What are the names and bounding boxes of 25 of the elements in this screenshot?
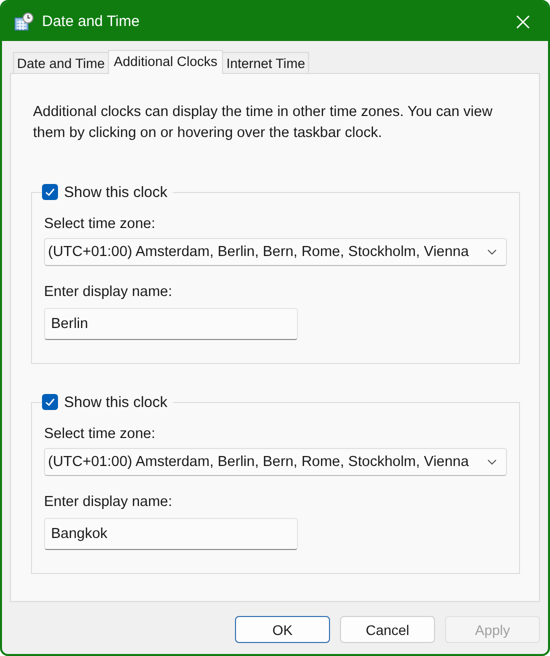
tab[interactable]: Date and Time — [13, 52, 109, 73]
window-title: Date and Time — [42, 13, 141, 30]
display-name-field[interactable]: Berlin — [44, 308, 298, 340]
time-zone-dropdown[interactable]: (UTC+01:00) Amsterdam, Berlin, Bern, Rome, Stockholm, Vienna — [44, 238, 507, 266]
tab[interactable]: Additional Clocks — [108, 50, 224, 74]
dialog-button[interactable]: Cancel — [340, 616, 435, 643]
chevron-down-icon — [487, 459, 497, 465]
display-name-field[interactable]: Bangkok — [44, 518, 298, 550]
checkmark-icon — [44, 186, 56, 198]
dialog-button[interactable]: OK — [235, 616, 330, 643]
checkbox[interactable] — [42, 184, 58, 200]
close-icon[interactable] — [516, 14, 530, 28]
chevron-down-icon — [487, 249, 497, 255]
field-label: Select time zone: — [44, 216, 156, 232]
time-zone-dropdown[interactable]: (UTC+01:00) Amsterdam, Berlin, Bern, Rome, Stockholm, Vienna — [44, 448, 507, 476]
checkmark-icon — [44, 396, 56, 408]
field-label: Enter display name: — [44, 494, 174, 510]
tab[interactable]: Internet Time — [222, 52, 310, 73]
checkbox[interactable] — [42, 394, 58, 410]
field-label: Enter display name: — [44, 284, 174, 300]
calendar-clock-icon — [14, 12, 34, 32]
checkbox-label: Show this clock — [64, 394, 168, 410]
description-text: Additional clocks can display the time in other time zones. You can view them by clicking on or hovering over the taskbar clock. — [33, 103, 494, 143]
checkbox-label: Show this clock — [64, 184, 168, 200]
field-label: Select time zone: — [44, 426, 156, 442]
